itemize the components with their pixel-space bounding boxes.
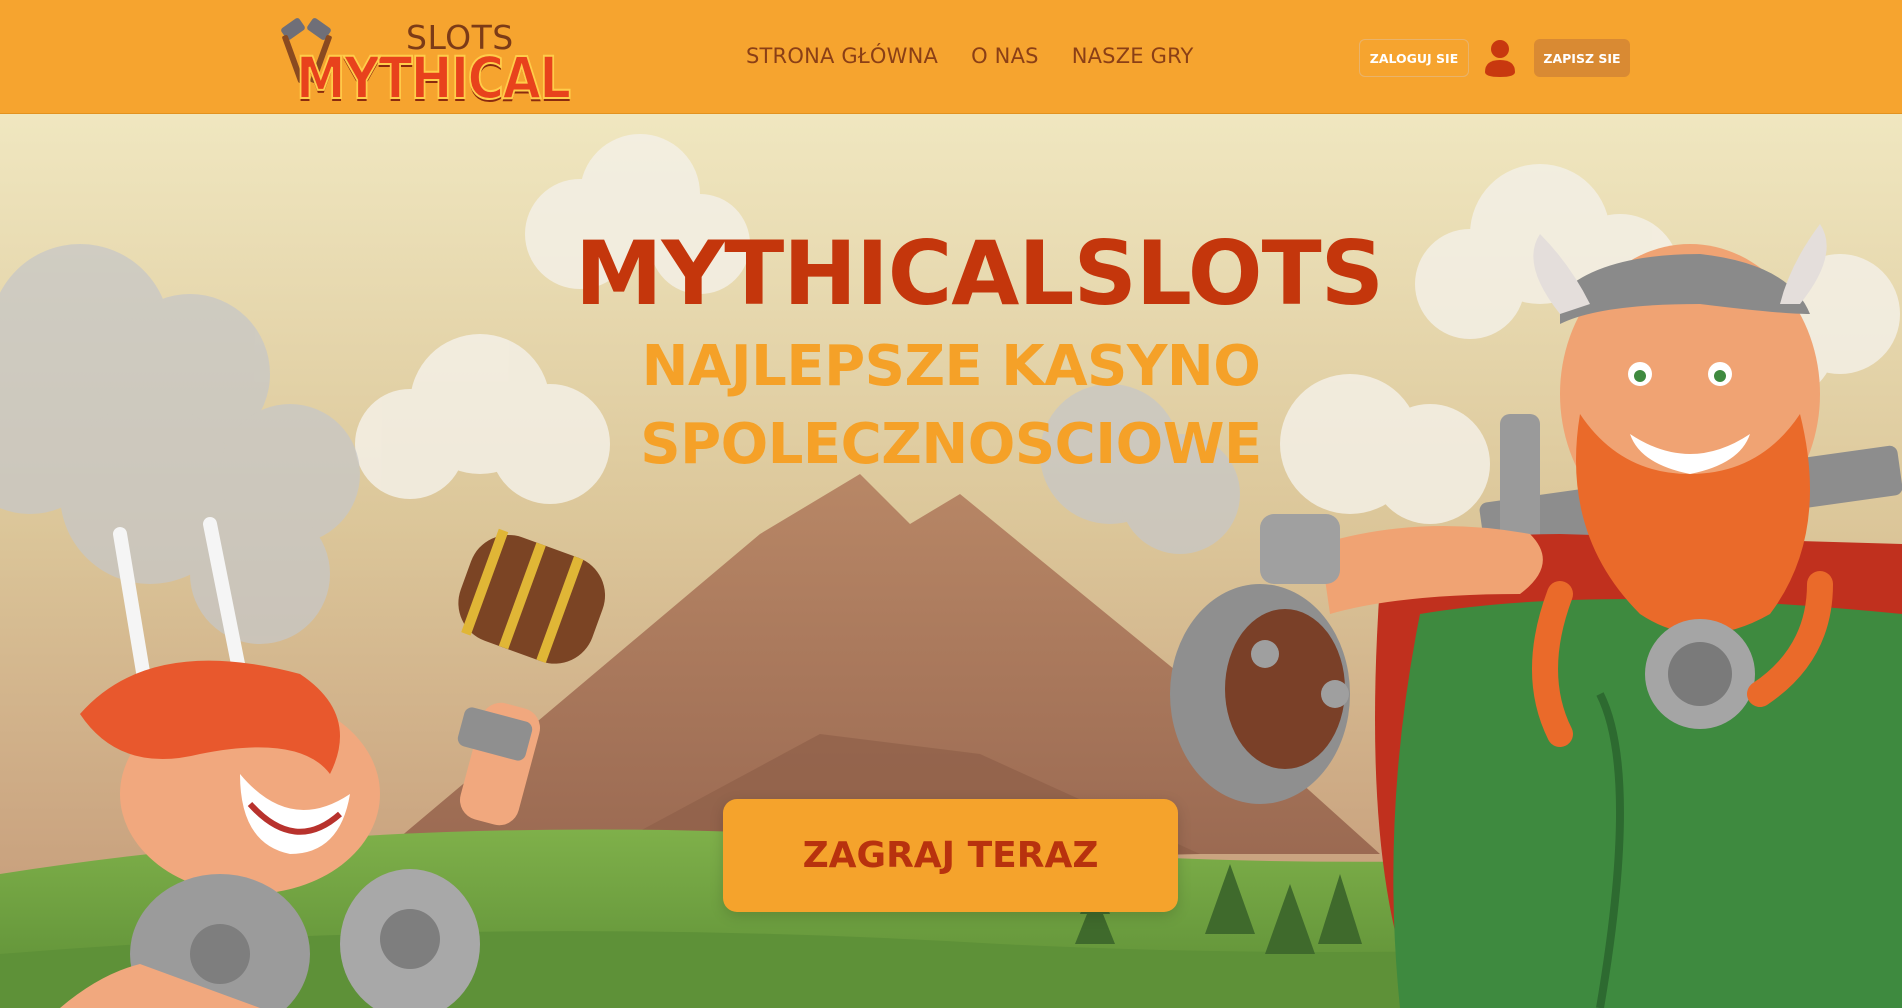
site-logo[interactable]: SLOTS MYTHICAL	[278, 14, 572, 113]
logo-wordmark: MYTHICAL	[295, 43, 572, 113]
nav-link-home[interactable]: STRONA GŁÓWNA	[746, 44, 938, 68]
play-now-button[interactable]: ZAGRAJ TERAZ	[723, 799, 1178, 912]
site-header: SLOTS MYTHICAL STRONA GŁÓWNA O NAS NASZE…	[0, 0, 1902, 114]
login-button[interactable]: ZALOGUJ SIE	[1359, 39, 1469, 77]
user-icon[interactable]	[1483, 38, 1517, 78]
signup-button[interactable]: ZAPISZ SIE	[1534, 39, 1630, 77]
hero-section: MYTHICALSLOTS NAJLEPSZE KASYNO SPOLECZNO…	[0, 114, 1902, 1008]
hero-subtitle-line1: NAJLEPSZE KASYNO	[641, 334, 1261, 399]
hero-subtitle-line2: SPOLECZNOSCIOWE	[640, 412, 1262, 477]
main-nav: STRONA GŁÓWNA O NAS NASZE GRY	[746, 44, 1194, 68]
nav-link-games[interactable]: NASZE GRY	[1072, 44, 1194, 68]
hero-title: MYTHICALSLOTS	[574, 222, 1384, 325]
nav-link-about[interactable]: O NAS	[971, 44, 1039, 68]
